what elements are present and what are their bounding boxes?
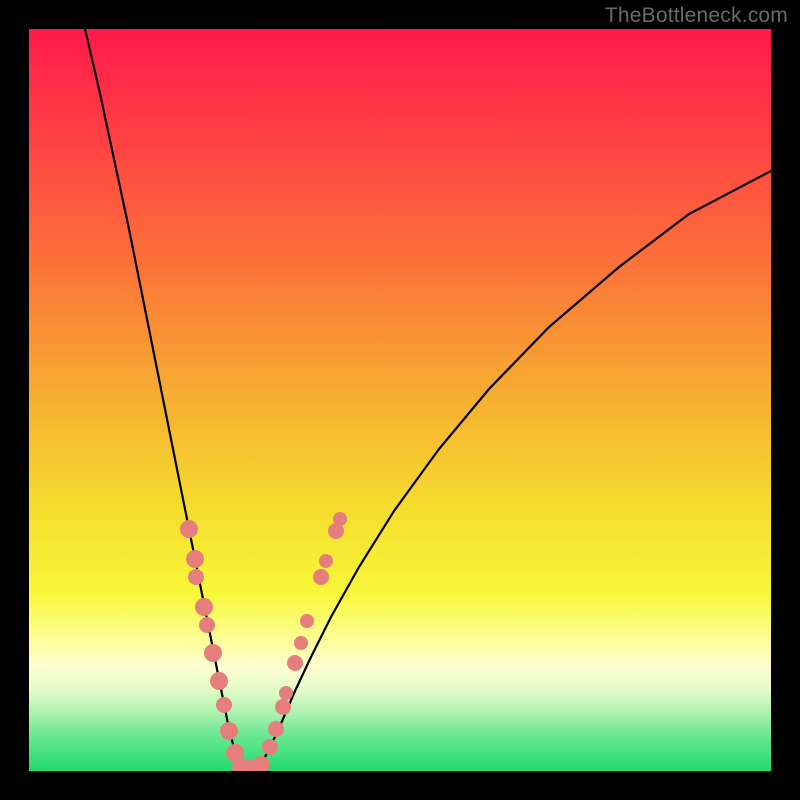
marker-bead (210, 672, 228, 690)
outer-frame: TheBottleneck.com (0, 0, 800, 800)
marker-bead (319, 554, 333, 568)
marker-bead (279, 686, 293, 700)
marker-bead (204, 644, 222, 662)
marker-bead (199, 617, 215, 633)
marker-group (180, 512, 347, 771)
marker-bead (294, 636, 308, 650)
marker-bead (195, 598, 213, 616)
marker-bead (180, 520, 198, 538)
marker-bead (216, 697, 232, 713)
watermark-text: TheBottleneck.com (605, 4, 788, 28)
marker-bead (186, 550, 204, 568)
marker-bead (262, 739, 278, 755)
marker-bead (275, 699, 291, 715)
marker-bead (333, 512, 347, 526)
marker-bead (300, 614, 314, 628)
chart-svg (29, 29, 771, 771)
marker-bead (252, 756, 270, 771)
marker-bead (188, 569, 204, 585)
marker-bead (287, 655, 303, 671)
plot-area (29, 29, 771, 771)
marker-bead (268, 721, 284, 737)
marker-bead (313, 569, 329, 585)
marker-bead (220, 722, 238, 740)
curve-right-branch (259, 171, 771, 769)
